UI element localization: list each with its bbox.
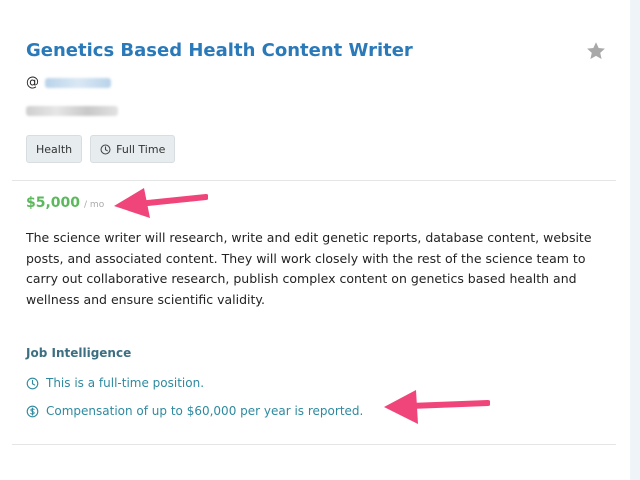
divider (12, 180, 616, 181)
arrow-annotation-icon (114, 188, 208, 218)
job-description: The science writer will research, write … (26, 230, 592, 307)
job-card: Genetics Based Health Content Writer @ H… (12, 0, 616, 445)
job-intelligence-text: This is a full-time position. (46, 376, 205, 390)
scrollbar-track (630, 0, 640, 480)
company-name-redacted[interactable] (45, 77, 111, 88)
salary-amount: $5,000 (26, 195, 81, 211)
job-intelligence-item-fulltime: This is a full-time position. (26, 376, 204, 390)
tag-label: Health (36, 142, 73, 156)
dollar-circle-icon (26, 405, 39, 417)
job-title[interactable]: Genetics Based Health Content Writer (26, 40, 413, 61)
job-intelligence-heading: Job Intelligence (26, 346, 132, 360)
job-intelligence-text: Compensation of up to $60,000 per year i… (46, 404, 364, 418)
salary-unit: / mo (84, 200, 105, 210)
divider (12, 444, 616, 445)
company-line: @ (26, 75, 111, 90)
job-intelligence-item-compensation: Compensation of up to $60,000 per year i… (26, 404, 363, 418)
tag-label: Full Time (116, 142, 166, 156)
arrow-annotation-icon (384, 390, 490, 424)
clock-icon (100, 144, 111, 154)
salary: $5,000 / mo (26, 195, 104, 211)
tag-health[interactable]: Health (26, 135, 83, 163)
clock-icon (26, 377, 39, 389)
tag-full-time[interactable]: Full Time (90, 135, 176, 163)
tag-list: Health Full Time (26, 135, 176, 163)
star-icon[interactable] (585, 40, 607, 62)
location-redacted (26, 106, 118, 116)
company-prefix: @ (26, 75, 39, 90)
